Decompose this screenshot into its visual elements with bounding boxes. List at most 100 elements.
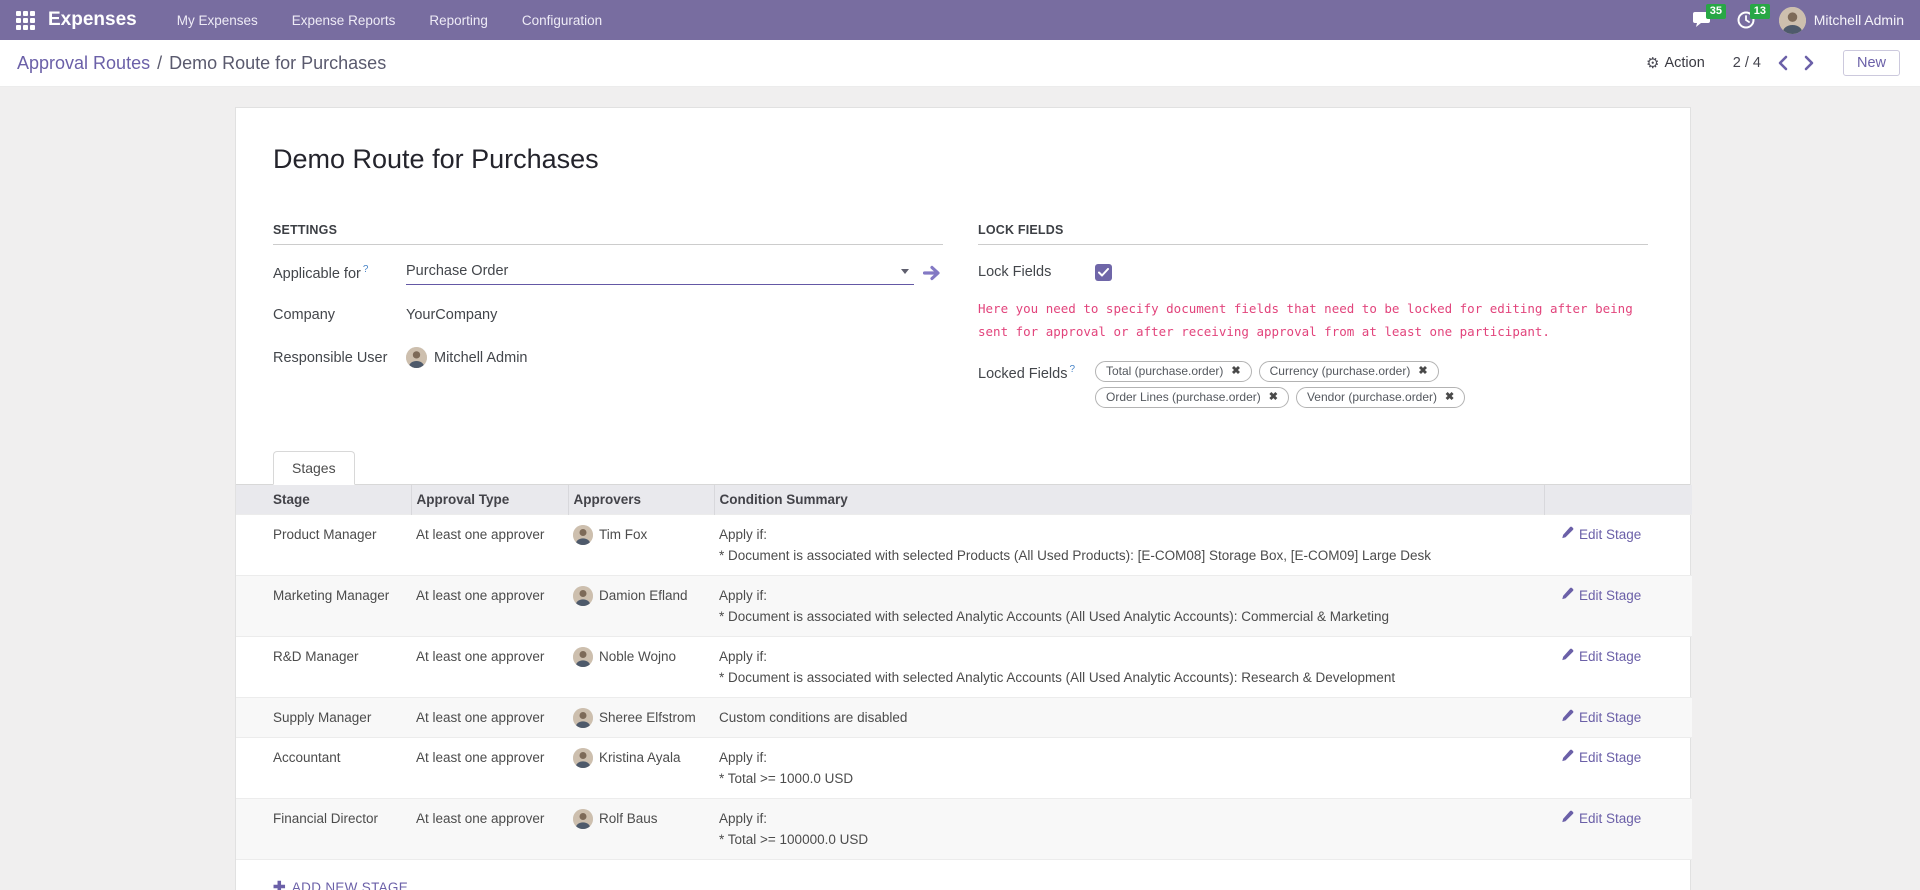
table-row[interactable]: Marketing ManagerAt least one approverDa… — [236, 576, 1692, 637]
record-title[interactable]: Demo Route for Purchases — [273, 144, 1653, 175]
control-panel: Approval Routes / Demo Route for Purchas… — [0, 40, 1920, 87]
new-button[interactable]: New — [1843, 50, 1900, 76]
condition-line: Apply if: — [719, 747, 1540, 768]
locked-field-tag[interactable]: Currency (purchase.order)✖ — [1259, 361, 1439, 382]
column-header-actions — [1544, 485, 1692, 515]
stage-cell[interactable]: R&D Manager — [236, 637, 411, 698]
condition-summary-cell[interactable]: Apply if:* Document is associated with s… — [714, 637, 1544, 698]
approval-type-cell[interactable]: At least one approver — [411, 637, 568, 698]
edit-stage-button[interactable]: Edit Stage — [1549, 707, 1641, 728]
activities-badge: 13 — [1750, 4, 1770, 19]
approval-type-cell[interactable]: At least one approver — [411, 738, 568, 799]
edit-stage-button[interactable]: Edit Stage — [1549, 808, 1641, 829]
edit-stage-button[interactable]: Edit Stage — [1549, 524, 1641, 545]
approvers-cell[interactable]: Rolf Baus — [568, 799, 714, 860]
menu-item-my-expenses[interactable]: My Expenses — [175, 2, 260, 39]
condition-summary-cell[interactable]: Custom conditions are disabled — [714, 698, 1544, 738]
condition-line: Apply if: — [719, 808, 1540, 829]
lock-fields-heading: LOCK FIELDS — [978, 223, 1648, 245]
approvers-cell[interactable]: Sheree Elfstrom — [568, 698, 714, 738]
company-label: Company — [273, 304, 406, 323]
edit-stage-cell: Edit Stage — [1544, 698, 1692, 738]
action-label: Action — [1664, 55, 1704, 71]
condition-summary-cell[interactable]: Apply if:* Total >= 100000.0 USD — [714, 799, 1544, 860]
help-icon: ? — [363, 264, 369, 275]
company-value[interactable]: YourCompany — [406, 304, 497, 323]
column-header-stage[interactable]: Stage — [236, 485, 411, 515]
user-avatar — [1779, 7, 1806, 34]
responsible-user-field[interactable]: Mitchell Admin — [406, 347, 527, 368]
locked-fields-label: Locked Fields? — [978, 361, 1095, 382]
stages-table: Stage Approval Type Approvers Condition … — [236, 485, 1692, 860]
table-row[interactable]: R&D ManagerAt least one approverNoble Wo… — [236, 637, 1692, 698]
stage-cell[interactable]: Product Manager — [236, 515, 411, 576]
messages-button[interactable]: 35 — [1693, 11, 1713, 29]
edit-stage-cell: Edit Stage — [1544, 637, 1692, 698]
menu-item-expense-reports[interactable]: Expense Reports — [290, 2, 398, 39]
column-header-approval-type[interactable]: Approval Type — [411, 485, 568, 515]
column-header-approvers[interactable]: Approvers — [568, 485, 714, 515]
approvers-cell[interactable]: Noble Wojno — [568, 637, 714, 698]
edit-stage-label: Edit Stage — [1579, 747, 1641, 768]
pager-previous-icon[interactable] — [1777, 55, 1788, 71]
condition-line: * Document is associated with selected A… — [719, 667, 1540, 688]
condition-summary-cell[interactable]: Apply if:* Total >= 1000.0 USD — [714, 738, 1544, 799]
breadcrumb-current: Demo Route for Purchases — [169, 53, 386, 74]
condition-summary-cell[interactable]: Apply if:* Document is associated with s… — [714, 515, 1544, 576]
approval-type-cell[interactable]: At least one approver — [411, 799, 568, 860]
edit-stage-label: Edit Stage — [1579, 524, 1641, 545]
breadcrumb: Approval Routes / Demo Route for Purchas… — [17, 53, 386, 74]
stage-cell[interactable]: Accountant — [236, 738, 411, 799]
approvers-cell[interactable]: Damion Efland — [568, 576, 714, 637]
pager: 2 / 4 — [1733, 55, 1815, 71]
locked-field-tag[interactable]: Total (purchase.order)✖ — [1095, 361, 1252, 382]
approval-type-cell[interactable]: At least one approver — [411, 698, 568, 738]
locked-field-tag[interactable]: Order Lines (purchase.order)✖ — [1095, 387, 1289, 408]
approval-type-cell[interactable]: At least one approver — [411, 576, 568, 637]
tag-remove-icon[interactable]: ✖ — [1445, 390, 1454, 405]
table-row[interactable]: Product ManagerAt least one approverTim … — [236, 515, 1692, 576]
applicable-for-select[interactable]: Purchase Order — [406, 261, 914, 285]
column-header-condition-summary[interactable]: Condition Summary — [714, 485, 1544, 515]
locked-field-tag[interactable]: Vendor (purchase.order)✖ — [1296, 387, 1465, 408]
action-menu-button[interactable]: ⚙ Action — [1646, 54, 1705, 72]
stage-cell[interactable]: Supply Manager — [236, 698, 411, 738]
lock-fields-checkbox[interactable] — [1095, 264, 1112, 281]
form-sheet: Demo Route for Purchases SETTINGS Applic… — [235, 107, 1691, 890]
approvers-cell[interactable]: Kristina Ayala — [568, 738, 714, 799]
approver-avatar — [573, 525, 593, 545]
pager-next-icon[interactable] — [1804, 55, 1815, 71]
approval-type-cell[interactable]: At least one approver — [411, 515, 568, 576]
edit-stage-button[interactable]: Edit Stage — [1549, 585, 1641, 606]
user-menu[interactable]: Mitchell Admin — [1779, 7, 1904, 34]
pencil-icon — [1561, 747, 1574, 768]
apps-menu-icon[interactable] — [16, 11, 35, 30]
approver-name: Sheree Elfstrom — [599, 707, 696, 728]
app-brand[interactable]: Expenses — [48, 9, 137, 31]
navbar-menu: My Expenses Expense Reports Reporting Confi… — [175, 2, 604, 39]
breadcrumb-parent-link[interactable]: Approval Routes — [17, 53, 150, 74]
edit-stage-button[interactable]: Edit Stage — [1549, 747, 1641, 768]
menu-item-reporting[interactable]: Reporting — [427, 2, 490, 39]
activities-button[interactable]: 13 — [1737, 11, 1755, 29]
table-row[interactable]: Financial DirectorAt least one approverR… — [236, 799, 1692, 860]
stage-cell[interactable]: Marketing Manager — [236, 576, 411, 637]
edit-stage-button[interactable]: Edit Stage — [1549, 646, 1641, 667]
tag-remove-icon[interactable]: ✖ — [1231, 364, 1240, 379]
condition-summary-cell[interactable]: Apply if:* Document is associated with s… — [714, 576, 1544, 637]
tag-remove-icon[interactable]: ✖ — [1418, 364, 1427, 379]
stage-cell[interactable]: Financial Director — [236, 799, 411, 860]
help-icon: ? — [1069, 364, 1075, 375]
applicable-for-value: Purchase Order — [406, 263, 508, 279]
approvers-cell[interactable]: Tim Fox — [568, 515, 714, 576]
add-new-stage-button[interactable]: ✚ ADD NEW STAGE — [236, 860, 445, 890]
condition-line: * Total >= 1000.0 USD — [719, 768, 1540, 789]
condition-line: * Document is associated with selected A… — [719, 606, 1540, 627]
table-row[interactable]: Supply ManagerAt least one approver Shere… — [236, 698, 1692, 738]
table-row[interactable]: AccountantAt least one approverKristina … — [236, 738, 1692, 799]
internal-link-arrow-icon[interactable] — [923, 265, 942, 281]
menu-item-configuration[interactable]: Configuration — [520, 2, 604, 39]
tag-remove-icon[interactable]: ✖ — [1269, 390, 1278, 405]
tab-stages[interactable]: Stages — [273, 451, 355, 485]
responsible-user-avatar — [406, 347, 427, 368]
